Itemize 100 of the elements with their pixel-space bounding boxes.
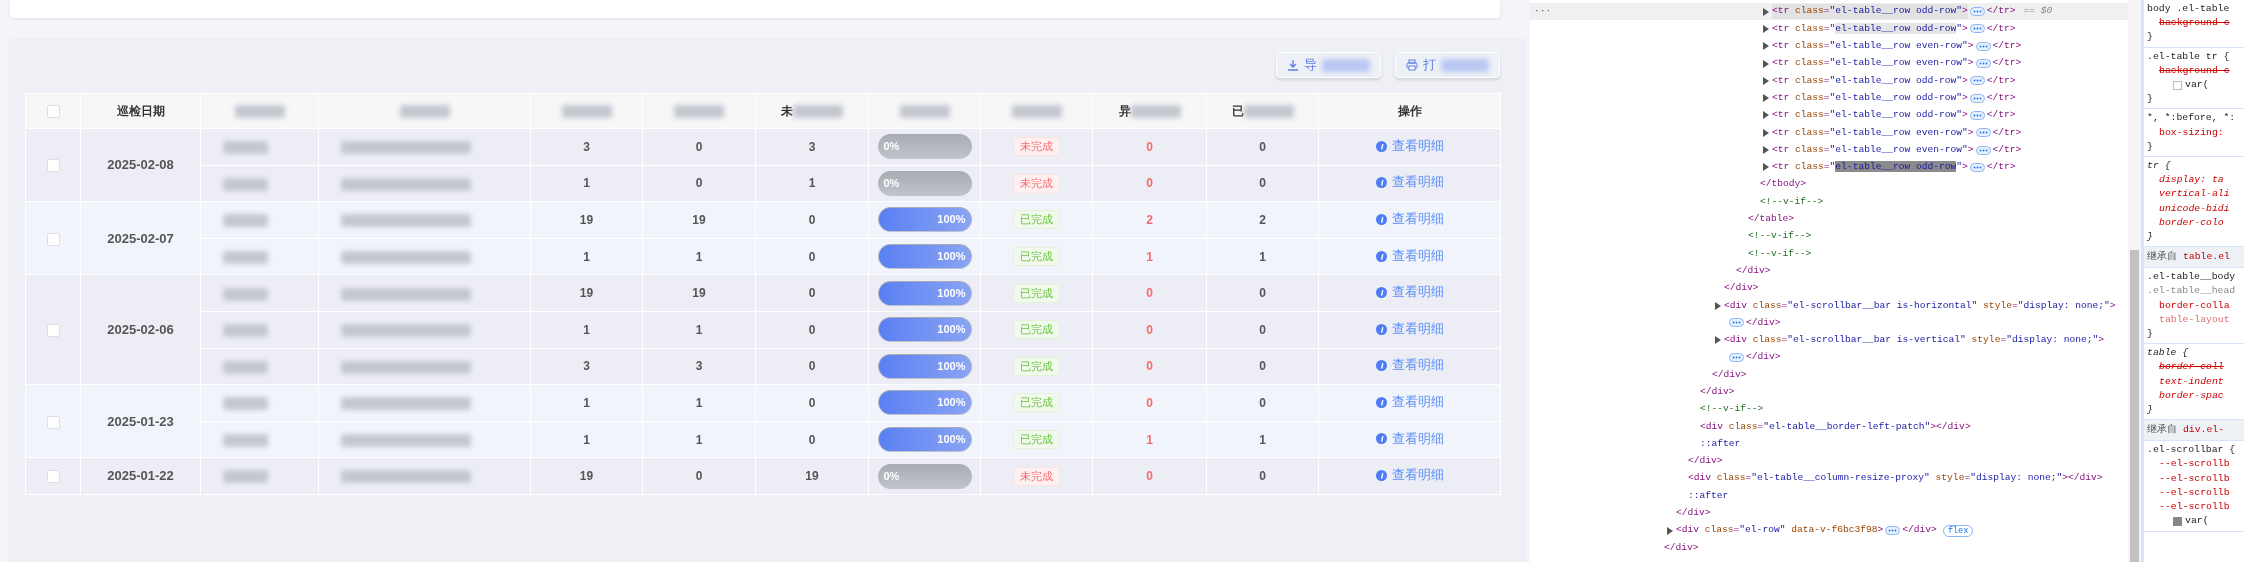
css-selector: body .el-table xyxy=(2147,2,2231,16)
css-property: --el-scrollb xyxy=(2158,500,2231,515)
html-tag-line[interactable]: </tr> xyxy=(1992,56,2022,71)
date-text: 2025-02-06 xyxy=(107,322,174,337)
html-tag-line[interactable]: </tr> xyxy=(1992,125,2022,140)
html-tag-line[interactable]: <div class="el-row" data-v-f6bc3f98> xyxy=(1676,523,1884,538)
table-cell: 0 xyxy=(695,469,703,484)
html-tag-line[interactable]: </tr> xyxy=(1992,39,2022,54)
table-cell: 19 xyxy=(579,286,594,301)
html-tag-line[interactable]: <tr class="el-table__row odd-row"> xyxy=(1772,73,1968,89)
table-cell: 0 xyxy=(1146,322,1153,337)
progress-label: 100% xyxy=(937,358,966,374)
code-comment[interactable]: <!--v-if--> xyxy=(1748,246,1812,261)
html-tag-line[interactable]: </div> xyxy=(1664,540,1699,556)
print-button[interactable]: 打 xyxy=(1395,52,1500,78)
table-cell: 0 xyxy=(1259,139,1266,154)
html-tag-line[interactable]: </tr> xyxy=(1986,108,2016,123)
html-tag-line[interactable]: <div class="el-scrollbar__bar is-vertical" style="display: none;"> xyxy=(1724,333,2105,348)
table-cell: 1 xyxy=(1146,249,1153,264)
status-tag: 未完成 xyxy=(1013,173,1060,193)
date-text: 2025-02-08 xyxy=(107,157,174,173)
css-brace: } xyxy=(2147,403,2154,418)
html-tag-line[interactable]: </div> xyxy=(1712,367,1747,383)
pseudo-element[interactable]: ::after xyxy=(1688,488,1729,504)
html-tag-line[interactable]: <tr class="el-table__row even-row"> xyxy=(1772,56,1974,71)
css-selector: table { xyxy=(2147,346,2190,361)
progress-label: 100% xyxy=(937,322,966,338)
node-reference: == $0 xyxy=(2023,4,2053,19)
html-tag-line[interactable]: </tr> xyxy=(1986,73,2016,89)
html-tag-line[interactable]: <tr class="el-table__row even-row"> xyxy=(1772,39,1974,54)
status-tag: 未完成 xyxy=(1013,466,1060,486)
html-tag-line[interactable]: </div> xyxy=(1676,506,1711,521)
status-tag: 已完成 xyxy=(1013,356,1060,376)
progress-label: 100% xyxy=(937,249,966,265)
table-cell: 0 xyxy=(808,359,816,374)
css-value: var( xyxy=(2147,78,2244,93)
pseudo-element[interactable]: ::after xyxy=(1700,436,1741,452)
html-tag-line[interactable]: </tr> xyxy=(1986,4,2016,19)
html-tag-line[interactable]: </div> xyxy=(1746,350,1781,365)
table-cell: 3 xyxy=(695,359,703,374)
table-cell: 0 xyxy=(808,395,816,410)
table-cell: 1 xyxy=(1146,432,1153,447)
css-selector: *, *:before, *: xyxy=(2147,111,2237,126)
table-cell: 19 xyxy=(805,469,819,484)
html-tag-line[interactable]: <div class="el-scrollbar__bar is-horizontal" style="display: none;"> xyxy=(1724,298,2116,313)
css-brace: } xyxy=(2147,92,2154,107)
table-cell: 0 xyxy=(1146,395,1153,410)
html-tag-line[interactable]: <tr class="el-table__row odd-row"> xyxy=(1772,90,1968,106)
table-cell: 19 xyxy=(579,469,594,484)
table-cell: 1 xyxy=(695,249,703,264)
html-tag-line[interactable]: <div class="el-table__border-left-patch"></div> xyxy=(1700,419,1971,434)
html-tag-line[interactable]: <tr class="el-table__row odd-row"> xyxy=(1772,160,1968,175)
html-tag-line[interactable]: </tr> xyxy=(1986,160,2016,175)
css-selector: .el-table__head xyxy=(2147,284,2237,299)
code-comment[interactable]: <!--v-if--> xyxy=(1748,229,1812,244)
column-header: 已 xyxy=(1231,104,1244,118)
progress-label: 0% xyxy=(883,139,900,155)
html-tag-line[interactable]: </div> xyxy=(1688,454,1723,469)
code-comment[interactable]: <!--v-if--> xyxy=(1700,402,1764,417)
css-selector: tr { xyxy=(2147,159,2172,174)
table-cell: 1 xyxy=(695,432,703,447)
status-tag: 已完成 xyxy=(1013,210,1060,230)
table-cell: 19 xyxy=(692,213,706,227)
status-tag: 未完成 xyxy=(1013,137,1060,157)
progress-label: 0% xyxy=(883,175,900,191)
css-property: display: ta xyxy=(2158,173,2225,188)
css-value: var( xyxy=(2147,514,2244,529)
html-tag-line[interactable]: <div class="el-table__column-resize-proxy" style="display: none;"></div> xyxy=(1688,471,2103,486)
css-brace: } xyxy=(2147,327,2154,342)
progress-label: 0% xyxy=(883,468,900,484)
css-selector: .el-table tr { xyxy=(2147,49,2231,64)
html-tag-line[interactable]: </table> xyxy=(1748,212,1795,227)
html-tag-line[interactable]: </tr> xyxy=(1992,142,2022,158)
html-tag-line[interactable]: </tr> xyxy=(1986,21,2016,37)
html-tag-line[interactable]: </div> xyxy=(1736,263,1771,279)
css-property: --el-scrollb xyxy=(2158,471,2231,486)
html-tag-line[interactable]: </div> xyxy=(1724,281,1759,296)
column-header: 异 xyxy=(1118,104,1131,118)
css-property: border-colla xyxy=(2158,298,2231,313)
html-tag-line[interactable]: </div> xyxy=(1902,523,1937,538)
html-tag-line[interactable]: </tbody> xyxy=(1760,177,1807,192)
css-property: --el-scrollb xyxy=(2158,457,2231,472)
html-tag-line[interactable]: <tr class="el-table__row odd-row"> xyxy=(1772,21,1968,37)
html-tag-line[interactable]: </tr> xyxy=(1986,90,2016,106)
code-comment[interactable]: <!--v-if--> xyxy=(1760,194,1824,210)
html-tag-line[interactable]: </div> xyxy=(1700,385,1735,400)
table-cell: 0 xyxy=(808,286,816,301)
table-cell: 0 xyxy=(1146,469,1153,484)
css-selector: .el-scrollbar { xyxy=(2147,443,2237,458)
html-tag-line[interactable]: <tr class="el-table__row even-row"> xyxy=(1772,142,1974,158)
table-cell: 0 xyxy=(808,213,816,227)
table-cell: 1 xyxy=(1259,432,1266,447)
html-tag-line[interactable]: <tr class="el-table__row even-row"> xyxy=(1772,125,1974,140)
progress-label: 100% xyxy=(937,212,966,228)
html-tag-line[interactable]: <tr class="el-table__row odd-row"> xyxy=(1772,108,1968,123)
progress-label: 100% xyxy=(937,395,966,411)
table-cell: 0 xyxy=(695,139,703,154)
status-tag: 已完成 xyxy=(1013,247,1060,267)
table-cell: 1 xyxy=(583,249,590,264)
html-tag-line[interactable]: </div> xyxy=(1746,315,1781,331)
